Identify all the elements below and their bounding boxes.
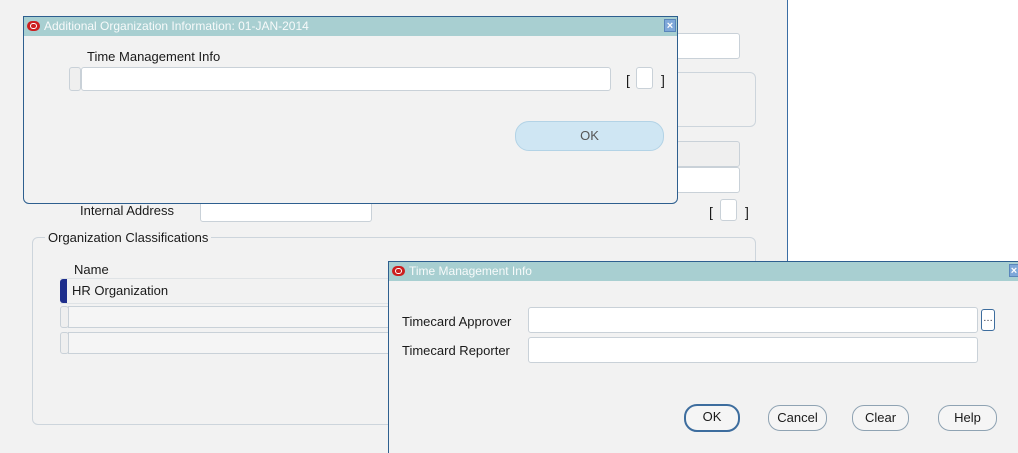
cancel-button[interactable]: Cancel (768, 405, 827, 431)
classifications-legend: Organization Classifications (45, 230, 212, 245)
classification-row-3[interactable] (68, 332, 390, 354)
header-divider (60, 278, 390, 279)
timecard-reporter-label: Timecard Reporter (402, 343, 510, 358)
clear-button[interactable]: Clear (852, 405, 909, 431)
close-icon[interactable]: × (664, 19, 676, 32)
bg-field-top[interactable] (676, 33, 740, 59)
bracket-right: ] (661, 72, 665, 88)
current-record-indicator (60, 279, 67, 303)
column-header-name: Name (74, 262, 109, 277)
time-management-info-label: Time Management Info (87, 49, 221, 64)
oracle-logo-icon (392, 266, 405, 276)
classification-row-1[interactable]: HR Organization (72, 283, 168, 298)
ok-button[interactable]: OK (684, 404, 740, 432)
bg-panel-right (676, 72, 756, 127)
dialog-titlebar: Time Management Info × (389, 262, 1018, 281)
time-management-info-field[interactable] (81, 67, 611, 91)
bg-field-mid[interactable] (676, 167, 740, 193)
classification-row-2[interactable] (68, 306, 390, 328)
internal-address-descflex[interactable] (720, 199, 737, 221)
row-divider (60, 303, 390, 304)
dialog-titlebar: Additional Organization Information: 01-… (24, 17, 677, 36)
bracket-left: [ (626, 72, 630, 88)
timecard-approver-label: Timecard Approver (402, 314, 512, 329)
bg-field-gray (676, 141, 740, 167)
internal-address-label: Internal Address (80, 203, 174, 218)
bracket-left: [ (709, 204, 713, 220)
descflex-field[interactable] (636, 67, 653, 89)
timecard-reporter-field[interactable] (528, 337, 978, 363)
additional-org-info-dialog: Additional Organization Information: 01-… (23, 16, 678, 204)
help-button[interactable]: Help (938, 405, 997, 431)
lov-ellipsis-icon[interactable]: … (981, 309, 995, 331)
dialog-title: Time Management Info (409, 264, 532, 278)
ok-button[interactable]: OK (515, 121, 664, 151)
close-icon[interactable]: × (1009, 264, 1018, 277)
oracle-logo-icon (27, 21, 40, 31)
field-indicator (69, 67, 81, 91)
bracket-right: ] (745, 204, 749, 220)
time-management-info-dialog: Time Management Info × Timecard Approver… (388, 261, 1018, 453)
dialog-title: Additional Organization Information: 01-… (44, 19, 309, 33)
timecard-approver-field[interactable] (528, 307, 978, 333)
